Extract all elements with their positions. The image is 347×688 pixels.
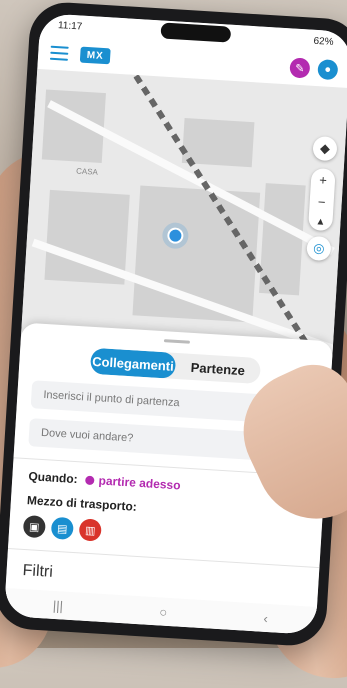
status-battery: 62% xyxy=(313,35,334,48)
tab-collegamenti[interactable]: Collegamenti xyxy=(89,347,177,379)
compass-icon[interactable]: ▲ xyxy=(315,216,326,228)
app-logo: MX xyxy=(79,46,111,65)
train-icon[interactable]: ▣ xyxy=(22,514,47,539)
cable-car-icon[interactable]: ▥ xyxy=(78,518,102,542)
clock-icon xyxy=(85,475,95,485)
home-icon[interactable]: ○ xyxy=(159,604,168,619)
when-selector[interactable]: partire adesso xyxy=(85,473,181,493)
bus-icon[interactable]: ▤ xyxy=(50,516,74,540)
tab-switcher: Collegamenti Partenze xyxy=(89,347,262,385)
when-label: Quando: xyxy=(28,469,79,487)
ticket-icon[interactable]: ✎ xyxy=(289,57,311,79)
recent-apps-icon[interactable]: ||| xyxy=(52,597,63,613)
camera-notch xyxy=(160,22,232,43)
back-icon[interactable]: ‹ xyxy=(263,610,268,625)
map-label: CASA xyxy=(75,166,99,177)
locate-me-icon[interactable]: ◎ xyxy=(306,235,332,262)
phone: 11:17 62% MX ✎ ● CASA ◆ + − ▲ ◎ Collegam… xyxy=(0,0,347,648)
status-time: 11:17 xyxy=(57,19,83,33)
when-value: partire adesso xyxy=(98,473,181,493)
map-view[interactable]: CASA ◆ + − ▲ ◎ xyxy=(20,68,347,358)
zoom-out-icon[interactable]: − xyxy=(317,194,325,209)
hamburger-menu-icon[interactable] xyxy=(49,45,69,61)
layers-icon[interactable]: ◆ xyxy=(312,135,338,162)
phone-screen: 11:17 62% MX ✎ ● CASA ◆ + − ▲ ◎ Collegam… xyxy=(3,13,347,635)
zoom-in-icon[interactable]: + xyxy=(319,172,327,187)
sheet-handle[interactable] xyxy=(163,339,190,344)
transport-label: Mezzo di trasporto: xyxy=(26,493,138,514)
zoom-controls: + − ▲ xyxy=(307,167,336,232)
profile-icon[interactable]: ● xyxy=(317,59,339,81)
tab-partenze[interactable]: Partenze xyxy=(175,353,261,384)
